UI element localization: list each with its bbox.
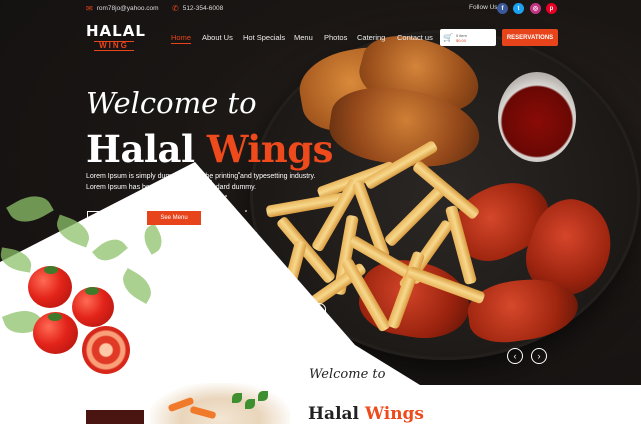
next-arrow-button[interactable]: › — [531, 348, 547, 364]
email-contact[interactable]: ✉ rom78jo@yahoo.com — [86, 4, 159, 13]
hero-description-line1: Lorem Ipsum is simply dummy text of the … — [86, 173, 316, 180]
dish-image — [150, 383, 290, 424]
follow-label: Follow Us — [469, 4, 498, 11]
prev-arrow-button[interactable]: ‹ — [507, 348, 523, 364]
top-bar: ✉ rom78jo@yahoo.com ✆ 512-354-6008 Follo… — [0, 0, 641, 18]
facebook-icon[interactable]: f — [497, 3, 508, 14]
pinterest-icon[interactable]: p — [546, 3, 557, 14]
about-welcome: Welcome to — [309, 367, 386, 382]
logo-line1: HALAL — [86, 22, 146, 40]
hero-title: Halal Wings — [86, 127, 333, 171]
phone-icon: ✆ — [172, 4, 179, 13]
phone-text: 512-354-6008 — [182, 5, 224, 12]
cart-button[interactable]: 🛒 0 item $0.00 — [440, 29, 496, 46]
about-title: Halal Wings — [308, 404, 425, 424]
instagram-icon[interactable]: ◎ — [530, 3, 541, 14]
hero-welcome: Welcome to — [86, 86, 257, 120]
sauce-cup-image — [498, 72, 576, 162]
nav-catering[interactable]: Catering — [357, 33, 385, 42]
nav-photos[interactable]: Photos — [324, 33, 347, 42]
mail-icon: ✉ — [86, 4, 93, 13]
cart-icon: 🛒 — [443, 33, 453, 42]
nav-home[interactable]: Home — [171, 33, 192, 44]
email-text: rom78jo@yahoo.com — [96, 5, 159, 12]
scroll-down-icon[interactable] — [313, 303, 326, 325]
tomato-slice-image — [82, 326, 130, 374]
phone-contact[interactable]: ✆ 512-354-6008 — [172, 4, 223, 13]
twitter-icon[interactable]: t — [513, 3, 524, 14]
nav-menu[interactable]: Menu — [294, 33, 313, 42]
reservations-button[interactable]: RESERVATIONS — [502, 29, 558, 46]
nav-contact-us[interactable]: Contact us — [397, 33, 433, 42]
logo-line2: WING — [94, 41, 134, 51]
read-more-button[interactable]: Read More — [87, 211, 141, 225]
nav-about-us[interactable]: About Us — [202, 33, 233, 42]
cart-total: $0.00 — [455, 37, 466, 43]
hero-description-line2: Lorem Ipsum has been the industry's stan… — [86, 184, 257, 191]
nav-hot-specials[interactable]: Hot Specials — [243, 33, 285, 42]
site-logo[interactable]: HALAL WING — [86, 22, 146, 51]
dish-image-secondary — [86, 410, 144, 424]
see-menu-button[interactable]: See Menu — [147, 211, 201, 225]
